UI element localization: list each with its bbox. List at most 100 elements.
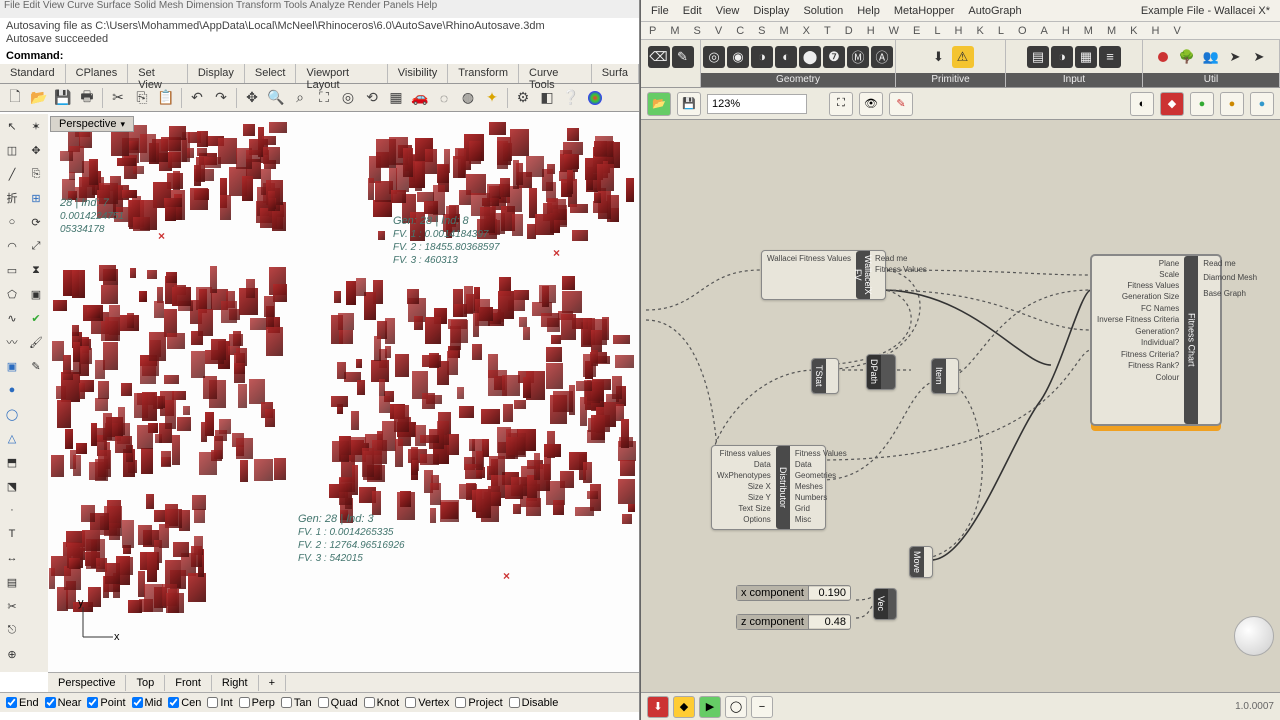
zoom-input[interactable] xyxy=(707,94,807,114)
help-icon[interactable]: ❔ xyxy=(560,87,582,109)
ribicon-g[interactable]: Ⓜ xyxy=(847,46,869,68)
cplane-icon[interactable]: ▦ xyxy=(385,87,407,109)
gh-letter[interactable]: V xyxy=(715,25,722,37)
options-icon[interactable]: ⚙ xyxy=(512,87,534,109)
ribicon-arrow[interactable]: ➤ xyxy=(1224,46,1246,68)
circle-icon[interactable]: ○ xyxy=(1,211,23,233)
zoom-extents-icon[interactable]: ⛶ xyxy=(313,87,335,109)
vtab-perspective[interactable]: Perspective xyxy=(48,675,126,691)
ghbot-e[interactable]: − xyxy=(751,696,773,718)
gh-letter[interactable]: K xyxy=(1130,25,1137,37)
arc-icon[interactable]: ◠ xyxy=(1,235,23,257)
osnap-quad[interactable]: Quad xyxy=(318,697,358,709)
gh-letter[interactable]: A xyxy=(1041,25,1048,37)
slider-z[interactable]: z component0.48 xyxy=(736,614,851,630)
gh-letter[interactable]: O xyxy=(1018,25,1027,37)
paint-icon[interactable]: 🖌 xyxy=(25,331,47,353)
pan-icon[interactable]: ✥ xyxy=(241,87,263,109)
menu-edit[interactable]: Edit xyxy=(683,5,702,17)
rect-icon[interactable]: ▭ xyxy=(1,259,23,281)
dim-icon[interactable]: ↔ xyxy=(1,547,23,569)
vtab-front[interactable]: Front xyxy=(165,675,212,691)
comp-vec[interactable]: Vec xyxy=(873,588,897,620)
vtab-right[interactable]: Right xyxy=(212,675,259,691)
split-icon[interactable]: ⎋ xyxy=(1,619,23,641)
show-icon[interactable]: ◍ xyxy=(457,87,479,109)
ribicon-i[interactable]: ▤ xyxy=(1027,46,1049,68)
gh-letter[interactable]: X xyxy=(803,25,810,37)
osnap-knot[interactable]: Knot xyxy=(364,697,400,709)
render-icon[interactable]: 🚗 xyxy=(409,87,431,109)
ghbtn-save[interactable]: 💾 xyxy=(677,92,701,116)
gh-letter[interactable]: M xyxy=(780,25,789,37)
array-icon[interactable]: ⊞ xyxy=(25,187,47,209)
rhino-menubar[interactable]: File Edit View Curve Surface Solid Mesh … xyxy=(0,0,639,18)
gh-letter[interactable]: H xyxy=(955,25,963,37)
group-icon[interactable]: ▣ xyxy=(25,283,47,305)
gh-letter[interactable]: L xyxy=(998,25,1004,37)
ribicon-save[interactable]: ⬇ xyxy=(928,46,950,68)
osnap-perp[interactable]: Perp xyxy=(239,697,275,709)
tab-curvetools[interactable]: Curve Tools xyxy=(519,64,592,83)
tab-cplanes[interactable]: CPlanes xyxy=(66,64,129,83)
comp-dpath[interactable]: DPath xyxy=(866,354,896,390)
color-wheel-icon[interactable] xyxy=(584,87,606,109)
cylinder-icon[interactable]: ◯ xyxy=(1,403,23,425)
zoom-icon[interactable]: 🔍 xyxy=(265,87,287,109)
gh-letter[interactable]: C xyxy=(736,25,744,37)
osnap-mid[interactable]: Mid xyxy=(132,697,163,709)
osnap-disable[interactable]: Disable xyxy=(509,697,559,709)
gh-letter[interactable]: L xyxy=(934,25,940,37)
gh-letter[interactable]: M xyxy=(670,25,679,37)
gh-letter[interactable]: T xyxy=(824,25,831,37)
rhino-viewport[interactable]: Perspective × × × 28 | Ind: 7 0.00142247… xyxy=(48,114,639,672)
ribicon-j[interactable]: ◑ xyxy=(1051,46,1073,68)
menu-metahopper[interactable]: MetaHopper xyxy=(894,5,955,17)
layers-icon[interactable]: ✦ xyxy=(481,87,503,109)
comp-wallacei-fv[interactable]: Wallacei Fitness Values WallaceiX FV Rea… xyxy=(761,250,886,300)
gh-letter[interactable]: S xyxy=(758,25,765,37)
join-icon[interactable]: ⊕ xyxy=(1,643,23,665)
extrude-icon[interactable]: ⬒ xyxy=(1,451,23,473)
gh-letter[interactable]: M xyxy=(1084,25,1093,37)
osnap-end[interactable]: End xyxy=(6,697,39,709)
cut-icon[interactable]: ✂ xyxy=(107,87,129,109)
paste-icon[interactable]: 📋 xyxy=(155,87,177,109)
ghbtn-shade2[interactable]: ◆ xyxy=(1160,92,1184,116)
comp-item[interactable]: Item xyxy=(931,358,959,394)
comp-move[interactable]: Move xyxy=(909,546,933,578)
osnap-tan[interactable]: Tan xyxy=(281,697,312,709)
vtab-top[interactable]: Top xyxy=(126,675,165,691)
ribicon-pencil[interactable]: ✎ xyxy=(672,46,694,68)
tab-viewportlayout[interactable]: Viewport Layout xyxy=(296,64,387,83)
ribicon-warn[interactable]: ⚠ xyxy=(952,46,974,68)
loft-icon[interactable]: ⬔ xyxy=(1,475,23,497)
ghbot-b[interactable]: ◆ xyxy=(673,696,695,718)
ribicon-e[interactable]: ⬤ xyxy=(799,46,821,68)
osnap-cen[interactable]: Cen xyxy=(168,697,201,709)
ribicon-back[interactable]: ⌫ xyxy=(648,46,670,68)
osnap-near[interactable]: Near xyxy=(45,697,82,709)
polyline-icon[interactable]: 折 xyxy=(1,187,23,209)
scale-icon[interactable]: ⤢ xyxy=(25,235,47,257)
osnap-project[interactable]: Project xyxy=(455,697,502,709)
ribicon-people[interactable]: 👥 xyxy=(1200,46,1222,68)
gh-letter[interactable]: P xyxy=(649,25,656,37)
gh-letter[interactable]: S xyxy=(694,25,701,37)
ribicon-red1[interactable] xyxy=(1152,46,1174,68)
ghbtn-shade4[interactable]: ● xyxy=(1220,92,1244,116)
gh-letter[interactable]: H xyxy=(867,25,875,37)
ribicon-h[interactable]: Ⓐ xyxy=(871,46,893,68)
ribicon-d[interactable]: ◐ xyxy=(775,46,797,68)
ribicon-arrow2[interactable]: ➤ xyxy=(1248,46,1270,68)
hatch-icon[interactable]: ▤ xyxy=(1,571,23,593)
tab-display[interactable]: Display xyxy=(188,64,245,83)
undo-icon[interactable]: ↶ xyxy=(186,87,208,109)
canvas-compass[interactable] xyxy=(1234,616,1274,656)
comp-distributor[interactable]: Fitness valuesDataWxPhenotypesSize XSize… xyxy=(711,445,826,530)
ribicon-l[interactable]: ≡ xyxy=(1099,46,1121,68)
ghbot-d[interactable]: ◯ xyxy=(725,696,747,718)
tab-visibility[interactable]: Visibility xyxy=(388,64,449,83)
gh-tab-letters[interactable]: PMSVCSMXTDHWELHKLOAHMMKHV xyxy=(641,22,1280,40)
gh-letter[interactable]: D xyxy=(845,25,853,37)
